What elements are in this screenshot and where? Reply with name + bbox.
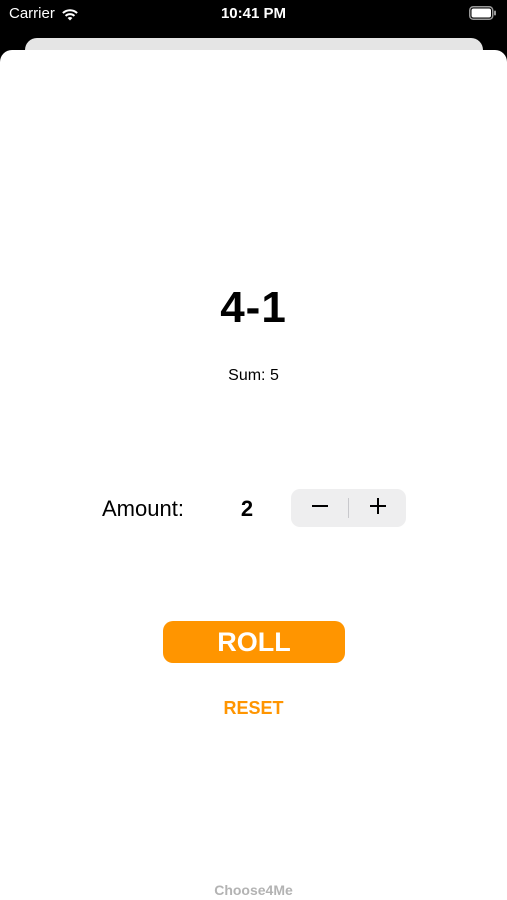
- modal-sheet: 4-1 Sum: 5 Amount: 2 ROLL RESET Choose4M…: [0, 50, 507, 900]
- amount-stepper: [291, 489, 406, 527]
- dice-sum: Sum: 5: [228, 367, 279, 384]
- app-name-footer: Choose4Me: [214, 882, 293, 898]
- increment-button[interactable]: [349, 489, 406, 527]
- status-time: 10:41 PM: [220, 5, 287, 22]
- status-bar: Carrier 10:41 PM: [0, 0, 507, 30]
- plus-icon: [369, 497, 387, 520]
- roll-button[interactable]: ROLL: [163, 621, 345, 663]
- battery-icon: [469, 6, 497, 20]
- amount-value: 2: [240, 496, 254, 521]
- app-screen: Carrier 10:41 PM 4-1 Sum: 5 Amount: 2 RO…: [0, 0, 507, 900]
- minus-icon: [311, 497, 329, 520]
- reset-button[interactable]: RESET: [0, 698, 507, 719]
- dice-result: 4-1: [220, 283, 287, 332]
- amount-label: Amount:: [102, 496, 184, 521]
- decrement-button[interactable]: [291, 489, 348, 527]
